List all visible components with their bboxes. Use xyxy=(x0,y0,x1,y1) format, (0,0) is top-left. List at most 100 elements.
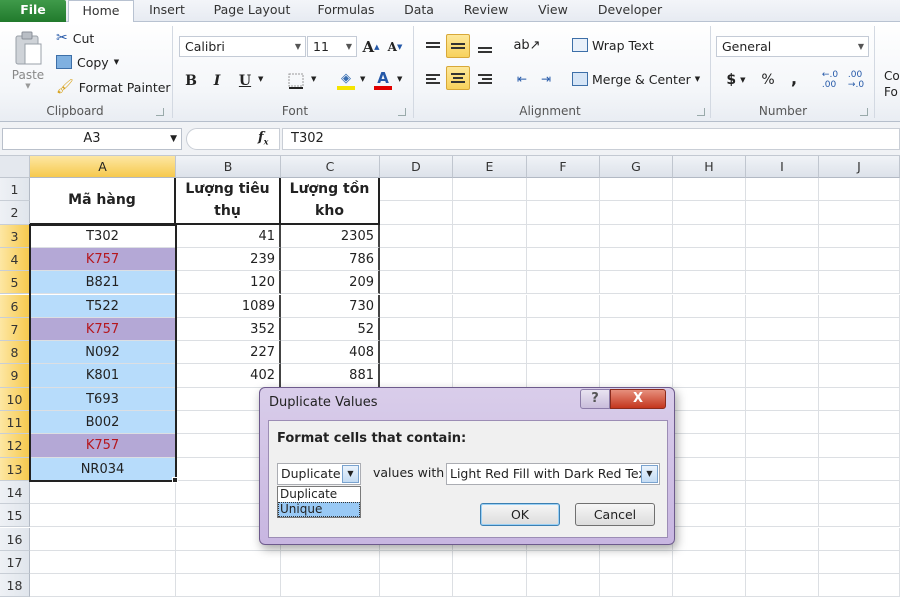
cell-code[interactable]: T693 xyxy=(30,387,176,411)
format-style-select[interactable]: Light Red Fill with Dark Red Text ▼ xyxy=(446,463,660,485)
cell[interactable] xyxy=(819,341,900,365)
cell-stock[interactable]: 786 xyxy=(281,247,380,272)
column-header-a[interactable]: A xyxy=(30,156,176,178)
cell[interactable] xyxy=(673,480,746,505)
column-header-j[interactable]: J xyxy=(819,156,900,178)
cell[interactable] xyxy=(600,247,673,272)
cell[interactable] xyxy=(673,178,746,202)
merge-center-button[interactable]: Merge & Center ▼ xyxy=(572,68,700,90)
cell[interactable] xyxy=(453,178,527,202)
cell[interactable] xyxy=(176,574,281,598)
copy-button[interactable]: Copy ▼ xyxy=(56,52,119,72)
cell[interactable] xyxy=(30,527,176,551)
row-header-4[interactable]: 4 xyxy=(0,247,30,272)
column-header-h[interactable]: H xyxy=(673,156,746,178)
row-header-1[interactable]: 1 xyxy=(0,178,30,202)
formula-input[interactable]: T302 xyxy=(282,128,900,150)
row-header-10[interactable]: 10 xyxy=(0,387,30,411)
font-name-combo[interactable]: Calibri ▼ xyxy=(179,36,306,57)
row-header-17[interactable]: 17 xyxy=(0,550,30,575)
cell[interactable] xyxy=(453,294,527,318)
cell-stock[interactable]: 2305 xyxy=(281,224,380,248)
name-box[interactable]: A3 ▼ xyxy=(2,128,182,150)
tab-page-layout[interactable]: Page Layout xyxy=(206,0,298,22)
cell[interactable] xyxy=(527,341,600,365)
currency-button[interactable]: $ ▼ xyxy=(722,70,750,90)
tab-insert[interactable]: Insert xyxy=(138,0,196,22)
cell[interactable] xyxy=(176,550,281,575)
cell-stock[interactable]: 408 xyxy=(281,341,380,365)
cell[interactable] xyxy=(600,341,673,365)
cell[interactable] xyxy=(673,387,746,411)
cell[interactable] xyxy=(746,341,819,365)
column-header-b[interactable]: B xyxy=(176,156,281,178)
cell[interactable] xyxy=(600,550,673,575)
bottom-align-button[interactable] xyxy=(474,36,496,58)
fill-handle[interactable] xyxy=(172,476,178,483)
cell[interactable] xyxy=(380,550,453,575)
cell[interactable] xyxy=(380,271,453,295)
increase-decimal-button[interactable]: ←.0.00 xyxy=(820,70,840,90)
cell[interactable] xyxy=(746,224,819,248)
column-header-c[interactable]: C xyxy=(281,156,380,178)
cell[interactable] xyxy=(30,480,176,505)
cell[interactable] xyxy=(746,294,819,318)
cell-sold[interactable]: 1089 xyxy=(176,294,281,318)
cell[interactable] xyxy=(600,317,673,342)
cell[interactable] xyxy=(281,550,380,575)
row-header-16[interactable]: 16 xyxy=(0,527,30,551)
cell[interactable] xyxy=(746,504,819,528)
cell-sold[interactable]: 239 xyxy=(176,247,281,272)
column-header-i[interactable]: I xyxy=(746,156,819,178)
cell[interactable] xyxy=(819,457,900,481)
cell[interactable] xyxy=(746,574,819,598)
row-header-11[interactable]: 11 xyxy=(0,411,30,435)
cell[interactable] xyxy=(453,341,527,365)
cell[interactable] xyxy=(380,247,453,272)
italic-button[interactable]: I xyxy=(206,70,228,92)
cell[interactable] xyxy=(746,201,819,225)
cell[interactable] xyxy=(380,178,453,202)
cell[interactable] xyxy=(453,201,527,225)
cell[interactable] xyxy=(673,550,746,575)
cell-code[interactable]: T302 xyxy=(30,224,176,248)
row-header-13[interactable]: 13 xyxy=(0,457,30,481)
increase-indent-button[interactable]: ⇥ xyxy=(536,68,556,90)
help-button[interactable]: ? xyxy=(580,389,610,409)
center-button[interactable] xyxy=(446,66,470,90)
font-launcher-icon[interactable] xyxy=(398,108,406,116)
cell[interactable] xyxy=(527,271,600,295)
column-header-f[interactable]: F xyxy=(527,156,600,178)
font-color-button[interactable]: A xyxy=(372,68,394,92)
cell[interactable] xyxy=(527,550,600,575)
comma-button[interactable]: , xyxy=(786,68,802,88)
cell[interactable] xyxy=(819,178,900,202)
cell-stock[interactable]: 881 xyxy=(281,364,380,388)
format-painter-button[interactable]: 🖌 Format Painter xyxy=(56,77,171,97)
cell[interactable] xyxy=(380,294,453,318)
cell[interactable] xyxy=(673,504,746,528)
cell[interactable] xyxy=(600,201,673,225)
tab-file[interactable]: File xyxy=(0,0,66,22)
cell[interactable] xyxy=(453,224,527,248)
cell[interactable] xyxy=(819,317,900,342)
cell-code[interactable]: NR034 xyxy=(30,457,176,481)
paste-button[interactable]: Paste ▼ xyxy=(10,28,46,92)
cell-code[interactable]: K757 xyxy=(30,247,176,272)
cell[interactable] xyxy=(600,574,673,598)
cell[interactable] xyxy=(673,411,746,435)
header-cell-luong-ton-kho[interactable]: Lượng tồn kho xyxy=(281,178,380,225)
cell[interactable] xyxy=(819,364,900,388)
grow-font-icon[interactable]: A ▲ xyxy=(360,36,382,57)
cell[interactable] xyxy=(453,271,527,295)
cell[interactable] xyxy=(746,271,819,295)
cell[interactable] xyxy=(819,574,900,598)
close-button[interactable]: X xyxy=(610,389,666,409)
select-all-corner[interactable] xyxy=(0,156,30,178)
cell[interactable] xyxy=(746,527,819,551)
cut-button[interactable]: ✂ Cut xyxy=(56,28,94,48)
cell[interactable] xyxy=(380,201,453,225)
ok-button[interactable]: OK xyxy=(480,503,560,526)
row-header-5[interactable]: 5 xyxy=(0,271,30,295)
cell[interactable] xyxy=(600,364,673,388)
